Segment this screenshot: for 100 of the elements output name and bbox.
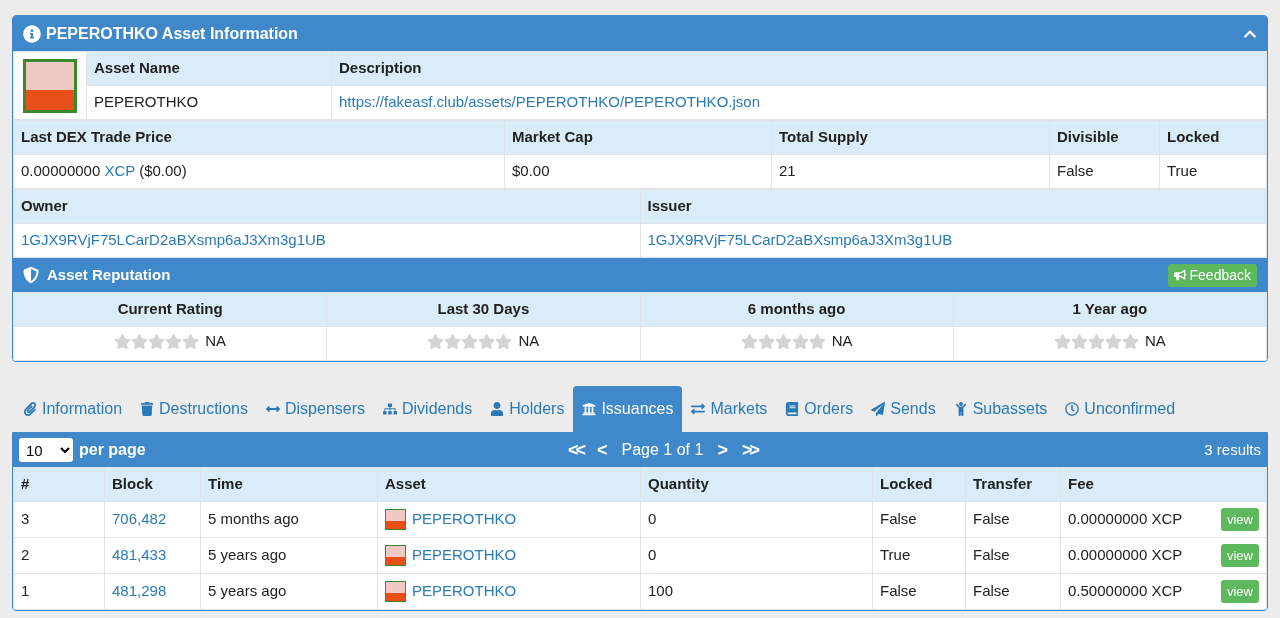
table-cell: True [1159,154,1267,189]
table-cell: 1 [13,573,105,610]
star-icon [427,333,445,351]
star-icon [1053,333,1071,351]
tab[interactable]: Holders [481,386,574,432]
star-icon [478,333,496,351]
section-title: Asset Reputation [47,264,171,285]
exchange-icon [691,402,706,416]
column-header: Locked [872,467,966,502]
tab[interactable]: Orders [776,386,863,432]
last-page-button[interactable]: >> [741,436,757,464]
previous-page-button[interactable]: < [597,436,608,464]
column-header: # [13,467,105,502]
currency-link[interactable]: XCP [104,162,135,180]
book-icon [785,402,800,416]
feedback-button[interactable]: Feedback [1167,263,1257,287]
column-header: Owner [13,189,640,224]
column-header: Time [200,467,378,502]
tab[interactable]: Sends [862,386,945,432]
column-header: Fee [1060,467,1267,502]
user-icon [490,402,505,416]
table-cell: True [872,537,966,574]
first-page-button[interactable]: << [568,436,584,464]
price-amount: 0.00000000 [21,162,101,180]
column-header: Issuer [640,189,1267,224]
star-icon [757,333,775,351]
info-icon [23,24,41,43]
star-icon [1070,333,1088,351]
table-cell: 100 [640,573,873,610]
table-cell: 3 [13,501,105,538]
column-header: Asset Name [86,51,332,86]
column-header: Transfer [965,467,1061,502]
sitemap-icon [383,402,397,416]
star-icon [1087,333,1105,351]
fee-value: 0.00000000 XCP [1068,545,1183,566]
table-cell: False [872,501,966,538]
table-cell: False [965,537,1061,574]
trash-icon [140,402,155,416]
tab[interactable]: Dispensers [256,386,374,432]
tab[interactable]: Markets [682,386,777,432]
column-header: Market Cap [504,120,772,155]
star-icon [461,333,479,351]
tab[interactable]: Subassets [944,386,1057,432]
rating-value: NA [205,331,227,352]
column-header: Block [104,467,201,502]
tab[interactable]: Issuances [573,386,683,432]
star-icon [165,333,183,351]
column-header: 1 Year ago [953,292,1267,327]
star-icon [495,333,513,351]
column-header: Asset [377,467,641,502]
column-header: Locked [1159,120,1267,155]
star-icon [740,333,758,351]
price-usd: ($0.00) [139,162,187,180]
column-header: Quantity [640,467,873,502]
star-icon [791,333,809,351]
table-cell: 5 months ago [200,501,378,538]
megaphone-icon [1173,269,1186,281]
fee-value: 0.50000000 XCP [1068,581,1183,602]
column-header: Last 30 Days [326,292,640,327]
results-count: 3 results [1204,439,1261,460]
table-cell: 2 [13,537,105,574]
figure-icon [953,402,968,416]
view-button[interactable]: view [1221,544,1259,567]
table-cell: PEPEROTHKO [86,85,332,120]
tab[interactable]: Destructions [131,386,257,432]
table-cell: 0 [640,537,873,574]
table-cell: 21 [771,154,1050,189]
table-cell: $0.00 [504,154,772,189]
asset-thumbnail [385,581,406,602]
column-header: Last DEX Trade Price [13,120,505,155]
paper-plane-icon [871,402,886,416]
table-cell: False [1049,154,1160,189]
asset-thumbnail [385,545,406,566]
column-header: Divisible [1049,120,1160,155]
rating-value: NA [831,331,853,352]
view-button[interactable]: view [1221,580,1259,603]
star-icon [148,333,166,351]
column-header: Total Supply [771,120,1050,155]
view-button[interactable]: view [1221,508,1259,531]
table-cell: 0 [640,501,873,538]
asset-thumbnail [23,58,77,113]
table-cell: 5 years ago [200,573,378,610]
star-icon [1104,333,1122,351]
per-page-label: per page [79,440,146,460]
panel-title: PEPEROTHKO Asset Information [46,23,298,44]
rating-value: NA [518,331,540,352]
tab[interactable]: Information [14,386,132,432]
column-header: 6 months ago [640,292,954,327]
column-header: Description [331,51,1267,86]
per-page-select[interactable]: 10 [19,438,73,462]
table-cell: False [965,501,1061,538]
next-page-button[interactable]: > [717,436,728,464]
rating-value: NA [1144,331,1166,352]
tab[interactable]: Unconfirmed [1056,386,1185,432]
shield-icon [23,267,39,283]
tab[interactable]: Dividends [374,386,482,432]
star-icon [774,333,792,351]
star-icon [1121,333,1139,351]
star-icon [131,333,149,351]
table-cell: 5 years ago [200,537,378,574]
